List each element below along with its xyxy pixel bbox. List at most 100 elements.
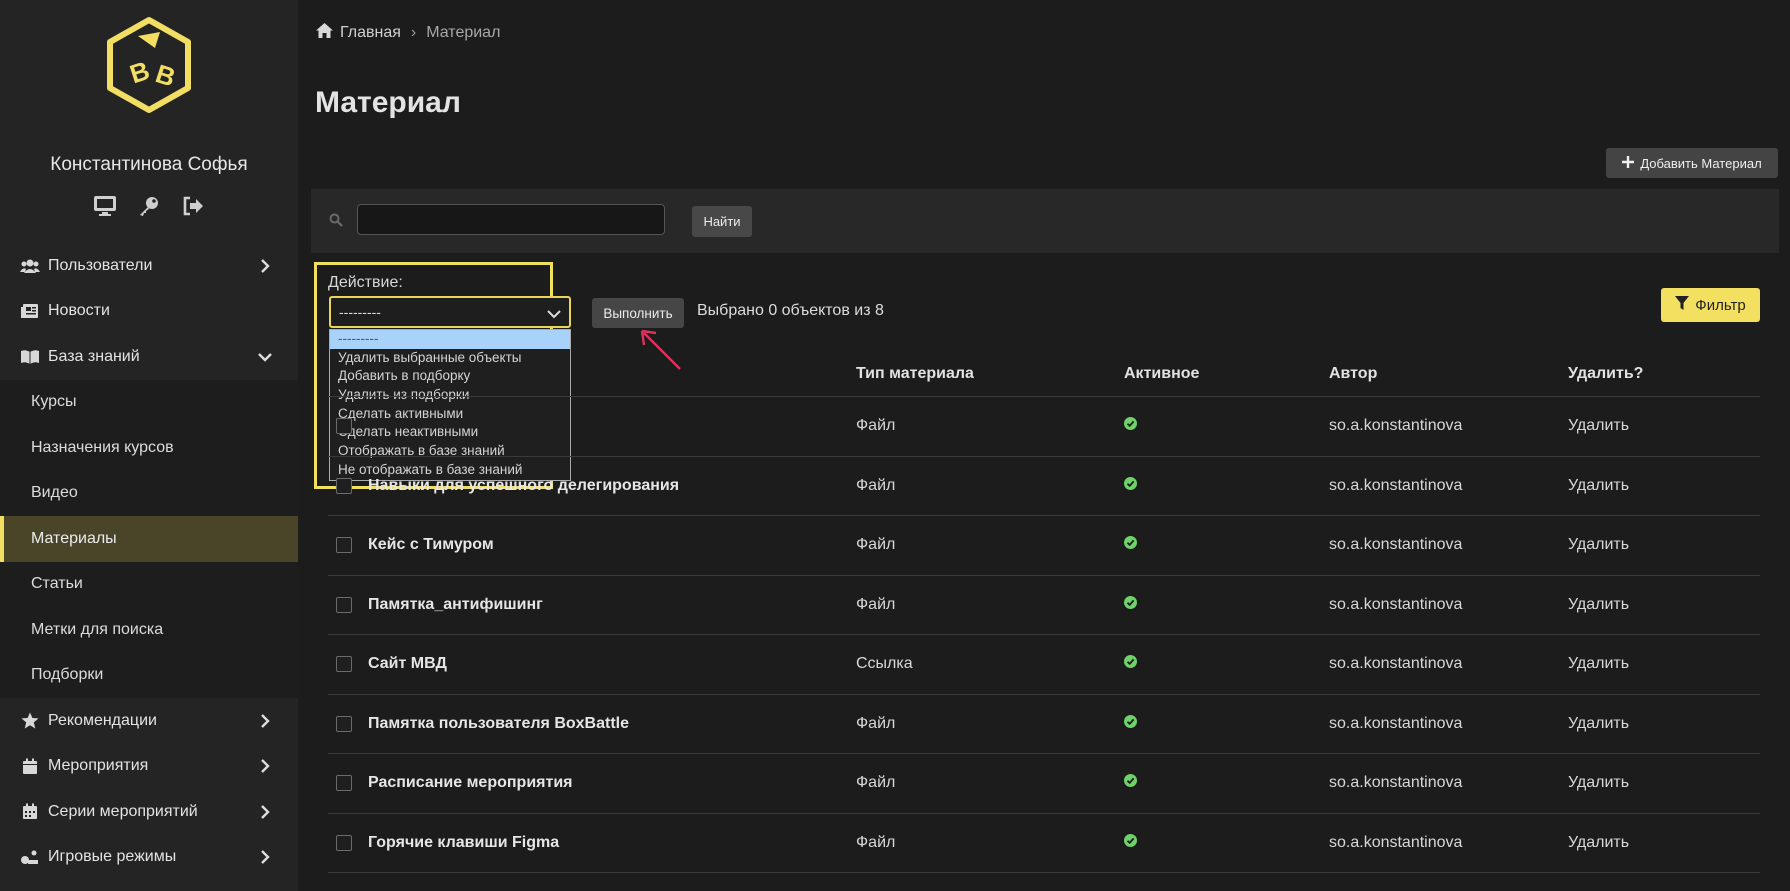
chevron-down-icon (547, 306, 561, 322)
filter-button[interactable]: Фильтр (1661, 288, 1760, 322)
sidebar-item-label: Рекомендации (48, 711, 157, 729)
table-row: Кейс с Тимуром Файл so.a.konstantinova Удал… (328, 516, 1760, 576)
sidebar-item-video[interactable]: Видео (0, 470, 298, 516)
delete-link[interactable]: Удалить (1568, 715, 1629, 733)
add-material-label: Добавить Материал (1640, 155, 1762, 171)
search-icon (329, 213, 343, 232)
logo[interactable]: B B (98, 14, 200, 116)
sidebar-item-label: Назначения курсов (31, 438, 174, 456)
selection-counter: Выбрано 0 объектов из 8 (697, 302, 884, 319)
material-name-link[interactable]: Расписание мероприятия (368, 774, 573, 792)
sidebar-item-users[interactable]: Пользователи (0, 243, 298, 289)
delete-link[interactable]: Удалить (1568, 536, 1629, 554)
table-row: Памятка пользователя BoxBattle Файл so.a.k… (328, 695, 1760, 754)
delete-link[interactable]: Удалить (1568, 774, 1629, 792)
chevron-right-icon (258, 713, 272, 728)
sidebar-item-recommendations[interactable]: Рекомендации (0, 698, 298, 744)
active-check-icon (1124, 833, 1137, 852)
svg-text:B: B (126, 55, 153, 89)
sidebar-item-knowledge-base[interactable]: База знаний (0, 334, 298, 380)
sidebar-item-label: Пользователи (48, 256, 153, 274)
row-checkbox[interactable] (336, 418, 352, 435)
chevron-down-icon (258, 350, 272, 364)
monitor-icon[interactable] (92, 194, 118, 218)
delete-link[interactable]: Удалить (1568, 655, 1629, 673)
sidebar-item-courses[interactable]: Курсы (0, 379, 298, 425)
svg-text:B: B (152, 58, 179, 92)
row-checkbox[interactable] (336, 477, 352, 494)
plus-icon (1622, 155, 1635, 171)
action-select[interactable]: --------- (329, 296, 571, 328)
sidebar-item-collections[interactable]: Подборки (0, 652, 298, 698)
action-label: Действие: (328, 274, 403, 291)
delete-link[interactable]: Удалить (1568, 477, 1629, 495)
logo-icon: B B (107, 17, 191, 113)
chevron-right-icon (258, 258, 272, 273)
material-type: Файл (856, 476, 896, 494)
row-checkbox[interactable] (336, 656, 352, 673)
sidebar-item-game-modes[interactable]: Игровые режимы (0, 835, 298, 881)
home-icon[interactable] (315, 22, 334, 44)
material-author: so.a.konstantinova (1329, 595, 1463, 613)
sidebar-item-label: Метки для поиска (31, 620, 164, 638)
delete-link[interactable]: Удалить (1568, 834, 1629, 852)
sidebar-item-events[interactable]: Мероприятия (0, 744, 298, 790)
sidebar-nav: Пользователи Новости База знаний Курсы Н… (0, 243, 298, 880)
sidebar-item-articles[interactable]: Статьи (0, 561, 298, 607)
users-icon (20, 257, 40, 275)
chevron-right-icon (258, 804, 272, 819)
row-checkbox[interactable] (336, 537, 352, 554)
material-name-link[interactable]: Кейс с Тимуром (368, 536, 494, 554)
active-check-icon (1124, 714, 1137, 733)
column-header-type[interactable]: Тип материала (856, 365, 974, 383)
row-checkbox[interactable] (336, 834, 352, 851)
logout-icon[interactable] (180, 194, 206, 218)
sidebar-item-label: Курсы (31, 393, 77, 411)
key-icon[interactable] (136, 194, 162, 218)
sidebar-item-label: Статьи (31, 575, 83, 593)
sidebar-item-label: Новости (48, 302, 110, 320)
delete-link[interactable]: Удалить (1568, 417, 1629, 435)
material-name-link[interactable]: Памятка пользователя BoxBattle (368, 715, 629, 733)
search-bar: Найти (311, 189, 1779, 253)
row-checkbox[interactable] (336, 715, 352, 732)
row-checkbox[interactable] (336, 775, 352, 792)
active-check-icon (1124, 476, 1137, 495)
gamepad-icon (20, 848, 40, 866)
material-name-link[interactable]: Горячие клавиши Figma (368, 834, 559, 852)
column-header-delete: Удалить? (1568, 365, 1644, 382)
sidebar-item-event-series[interactable]: Серии мероприятий (0, 789, 298, 835)
column-header-active[interactable]: Активное (1124, 365, 1199, 383)
breadcrumb-home-link[interactable]: Главная (340, 24, 401, 42)
row-checkbox[interactable] (336, 596, 352, 613)
star-icon (20, 712, 40, 730)
action-option[interactable]: --------- (330, 330, 570, 349)
sidebar-item-label: Серии мероприятий (48, 802, 198, 820)
sidebar-item-search-tags[interactable]: Метки для поиска (0, 607, 298, 653)
column-header-author[interactable]: Автор (1329, 365, 1377, 383)
delete-link[interactable]: Удалить (1568, 596, 1629, 614)
material-name-link[interactable]: Памятка_антифишинг (368, 596, 543, 614)
active-check-icon (1124, 536, 1137, 554)
sidebar-item-materials[interactable]: Материалы (0, 516, 298, 562)
table-row: Горячие клавиши Figma Файл so.a.konstantin… (328, 814, 1760, 873)
user-actions (0, 194, 298, 218)
active-check-icon (1124, 595, 1137, 614)
table-header: Тип материала Активное Автор Удалить? (328, 352, 1760, 397)
materials-table: Тип материала Активное Автор Удалить? Фа… (328, 352, 1760, 873)
material-name-link[interactable]: Навыки для успешного делегирования (368, 477, 679, 495)
active-check-icon (1124, 417, 1137, 435)
material-type: Файл (856, 417, 896, 435)
add-material-button[interactable]: Добавить Материал (1606, 148, 1778, 178)
material-name-link[interactable]: Сайт МВД (368, 655, 447, 673)
material-author: so.a.konstantinova (1329, 417, 1463, 435)
search-button[interactable]: Найти (692, 206, 752, 237)
sidebar-item-news[interactable]: Новости (0, 289, 298, 335)
sidebar-item-label: Материалы (31, 529, 117, 547)
run-action-button[interactable]: Выполнить (592, 298, 684, 328)
material-author: so.a.konstantinova (1329, 536, 1463, 554)
search-input[interactable] (357, 204, 665, 235)
sidebar-item-course-assignments[interactable]: Назначения курсов (0, 425, 298, 471)
filter-icon (1675, 296, 1690, 314)
chevron-right-icon (258, 850, 272, 865)
